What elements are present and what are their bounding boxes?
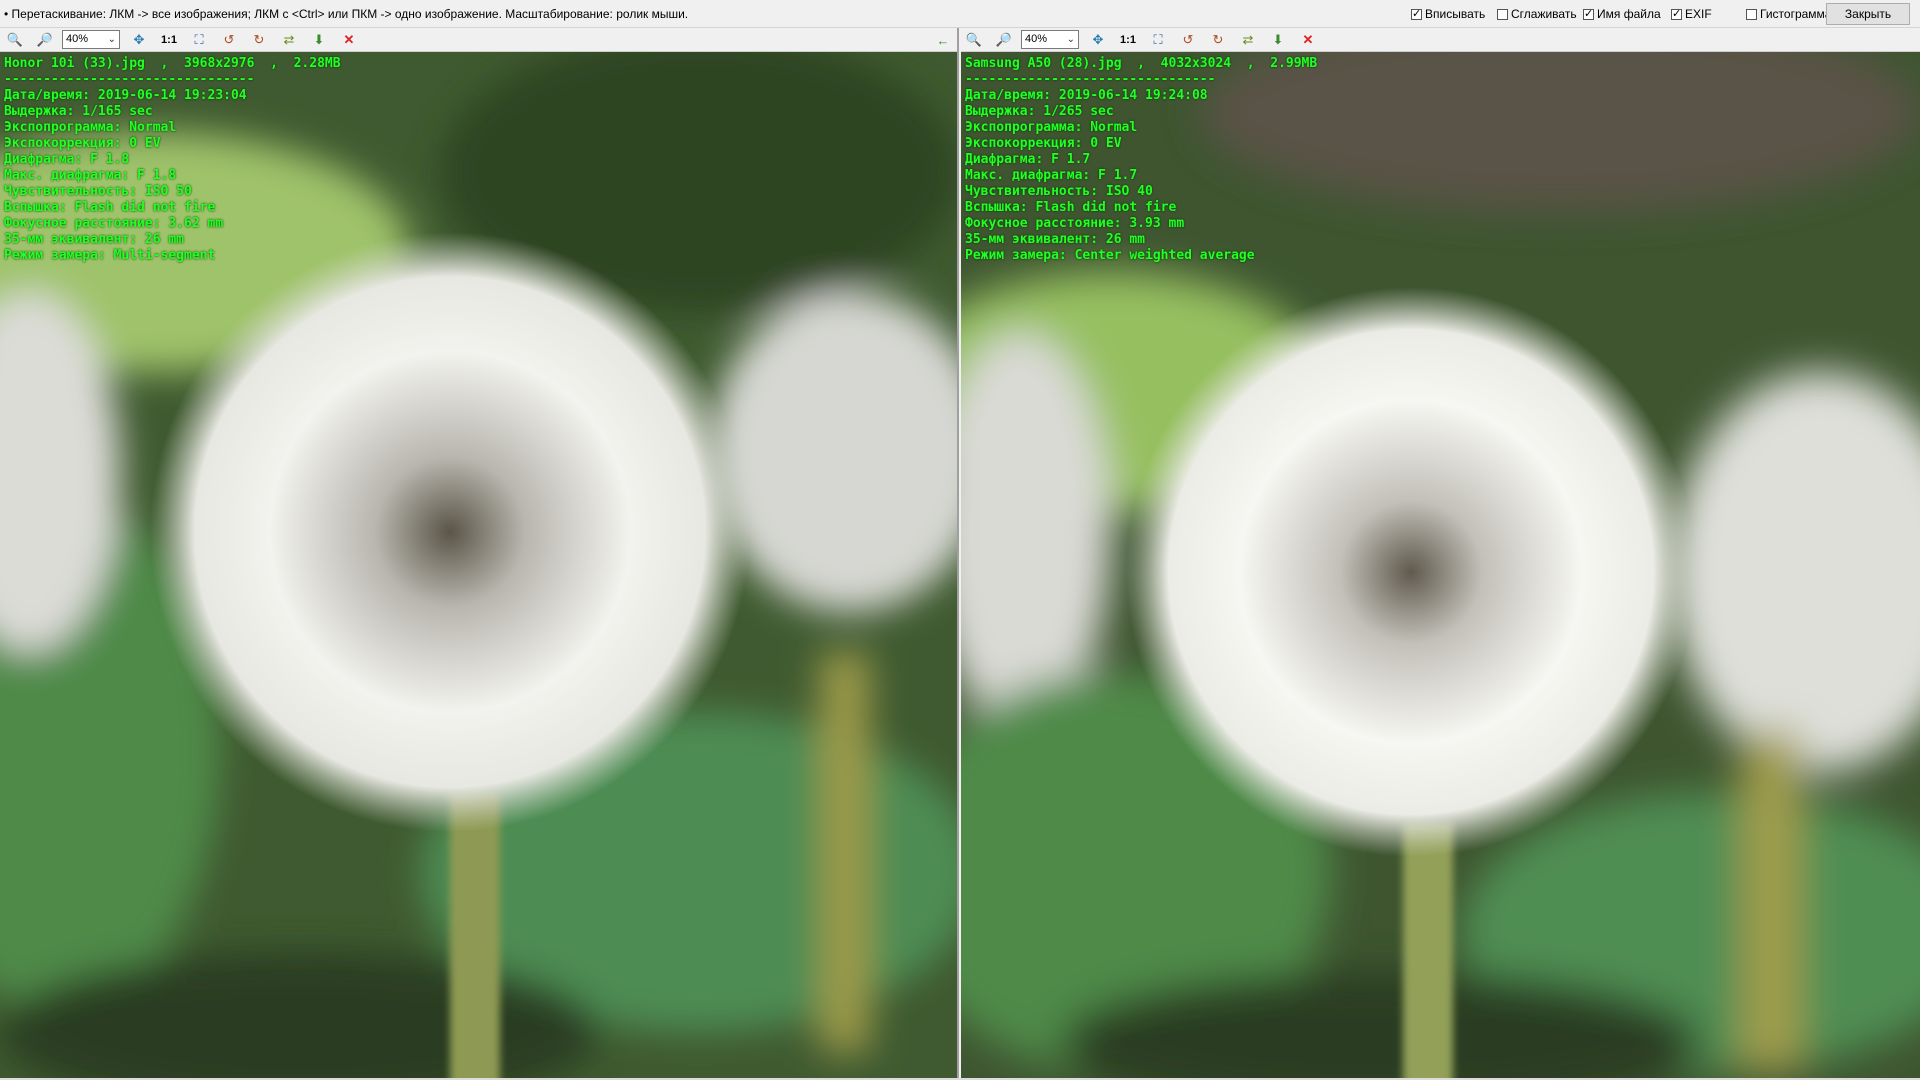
exif-line: Экспокоррекция: 0 EV [4, 136, 161, 151]
zoom-select[interactable]: 40% ⌄ [1021, 30, 1079, 49]
exif-line: Макс. диафрагма: F 1.8 [4, 168, 177, 183]
file-header: Honor 10i (33).jpg , 3968x2976 , 2.28MB [4, 56, 341, 71]
photo-right[interactable]: Samsung A50 (28).jpg , 4032x3024 , 2.99M… [961, 52, 1920, 1080]
exif-overlay-right: Samsung A50 (28).jpg , 4032x3024 , 2.99M… [965, 56, 1317, 264]
close-button[interactable]: Закрыть [1826, 3, 1910, 25]
zoom-out-icon[interactable]: 🔎 [995, 31, 1013, 49]
fullscreen-icon[interactable]: ⛶ [1149, 31, 1167, 49]
fit-checkbox[interactable] [1411, 8, 1422, 20]
exif-line: Дата/время: 2019-06-14 19:24:08 [965, 88, 1208, 103]
exif-line: Выдержка: 1/265 sec [965, 104, 1114, 119]
option-fit-label: Вписывать [1425, 7, 1486, 21]
exif-line: Фокусное расстояние: 3.62 mm [4, 216, 224, 231]
zoom-value: 40% [1025, 33, 1048, 45]
save-icon[interactable]: ⬇ [310, 31, 328, 49]
exif-line: Вспышка: Flash did not fire [4, 200, 216, 215]
exif-line: Дата/время: 2019-06-14 19:23:04 [4, 88, 247, 103]
pane-toolbar: 🔍 🔎 40% ⌄ ✥ 1:1 ⛶ ↺ ↻ ⇄ ⬇ ✕ ← [0, 28, 957, 52]
pane-toolbar: 🔍 🔎 40% ⌄ ✥ 1:1 ⛶ ↺ ↻ ⇄ ⬇ ✕ [961, 28, 1920, 52]
file-header: Samsung A50 (28).jpg , 4032x3024 , 2.99M… [965, 56, 1318, 71]
save-icon[interactable]: ⬇ [1269, 31, 1287, 49]
exif-line: 35-мм эквивалент: 26 mm [4, 232, 185, 247]
chevron-down-icon: ⌄ [107, 34, 116, 45]
zoom-out-icon[interactable]: 🔎 [36, 31, 54, 49]
exif-line: Режим замера: Center weighted average [965, 248, 1255, 263]
zoom-in-icon[interactable]: 🔍 [965, 31, 983, 49]
arrow-left-icon[interactable]: ← [934, 31, 952, 49]
option-exif[interactable]: EXIF [1671, 7, 1712, 21]
smooth-checkbox[interactable] [1497, 8, 1508, 20]
option-filename[interactable]: Имя файла [1583, 7, 1661, 21]
photo-left[interactable]: Honor 10i (33).jpg , 3968x2976 , 2.28MB -… [0, 52, 957, 1080]
one-to-one-button[interactable]: 1:1 [1117, 31, 1139, 49]
exif-line: Диафрагма: F 1.7 [965, 152, 1091, 167]
image-pane-left: 🔍 🔎 40% ⌄ ✥ 1:1 ⛶ ↺ ↻ ⇄ ⬇ ✕ ← Honor 10i … [0, 28, 959, 1080]
exif-line: Экспопрограмма: Normal [4, 120, 177, 135]
exif-line: Выдержка: 1/165 sec [4, 104, 153, 119]
flip-icon[interactable]: ⇄ [1239, 31, 1257, 49]
exif-overlay-left: Honor 10i (33).jpg , 3968x2976 , 2.28MB -… [4, 56, 341, 264]
fit-icon[interactable]: ✥ [130, 31, 148, 49]
histogram-checkbox[interactable] [1746, 8, 1757, 20]
fit-icon[interactable]: ✥ [1089, 31, 1107, 49]
rotate-right-icon[interactable]: ↻ [250, 31, 268, 49]
image-pane-right: 🔍 🔎 40% ⌄ ✥ 1:1 ⛶ ↺ ↻ ⇄ ⬇ ✕ Samsung A50 … [961, 28, 1920, 1080]
rotate-right-icon[interactable]: ↻ [1209, 31, 1227, 49]
fullscreen-icon[interactable]: ⛶ [190, 31, 208, 49]
rotate-left-icon[interactable]: ↺ [220, 31, 238, 49]
chevron-down-icon: ⌄ [1066, 34, 1075, 45]
zoom-value: 40% [66, 33, 89, 45]
exif-line: Режим замера: Multi-segment [4, 248, 216, 263]
zoom-in-icon[interactable]: 🔍 [6, 31, 24, 49]
exif-line: Экспопрограмма: Normal [965, 120, 1138, 135]
zoom-select[interactable]: 40% ⌄ [62, 30, 120, 49]
rotate-left-icon[interactable]: ↺ [1179, 31, 1197, 49]
option-exif-label: EXIF [1685, 7, 1712, 21]
exif-line: Чувствительность: ISO 40 [965, 184, 1153, 199]
exif-line: 35-мм эквивалент: 26 mm [965, 232, 1146, 247]
option-smooth-label: Сглаживать [1511, 7, 1577, 21]
top-bar: • Перетаскивание: ЛКМ -> все изображения… [0, 0, 1920, 28]
exif-checkbox[interactable] [1671, 8, 1682, 20]
exif-line: Вспышка: Flash did not fire [965, 200, 1177, 215]
exif-line: Экспокоррекция: 0 EV [965, 136, 1122, 151]
exif-line: Диафрагма: F 1.8 [4, 152, 130, 167]
option-fit[interactable]: Вписывать [1411, 7, 1485, 21]
exif-line: Макс. диафрагма: F 1.7 [965, 168, 1138, 183]
exif-line: Фокусное расстояние: 3.93 mm [965, 216, 1185, 231]
option-histogram-label: Гистограмма [1760, 7, 1832, 21]
close-pane-icon[interactable]: ✕ [340, 31, 358, 49]
option-smooth[interactable]: Сглаживать [1497, 7, 1577, 21]
one-to-one-button[interactable]: 1:1 [158, 31, 180, 49]
option-histogram[interactable]: Гистограмма [1746, 7, 1831, 21]
flip-icon[interactable]: ⇄ [280, 31, 298, 49]
exif-separator: -------------------------------- [4, 72, 255, 87]
exif-separator: -------------------------------- [965, 72, 1216, 87]
usage-hint: • Перетаскивание: ЛКМ -> все изображения… [4, 7, 689, 21]
filename-checkbox[interactable] [1583, 8, 1594, 20]
exif-line: Чувствительность: ISO 50 [4, 184, 192, 199]
option-filename-label: Имя файла [1597, 7, 1661, 21]
close-pane-icon[interactable]: ✕ [1299, 31, 1317, 49]
